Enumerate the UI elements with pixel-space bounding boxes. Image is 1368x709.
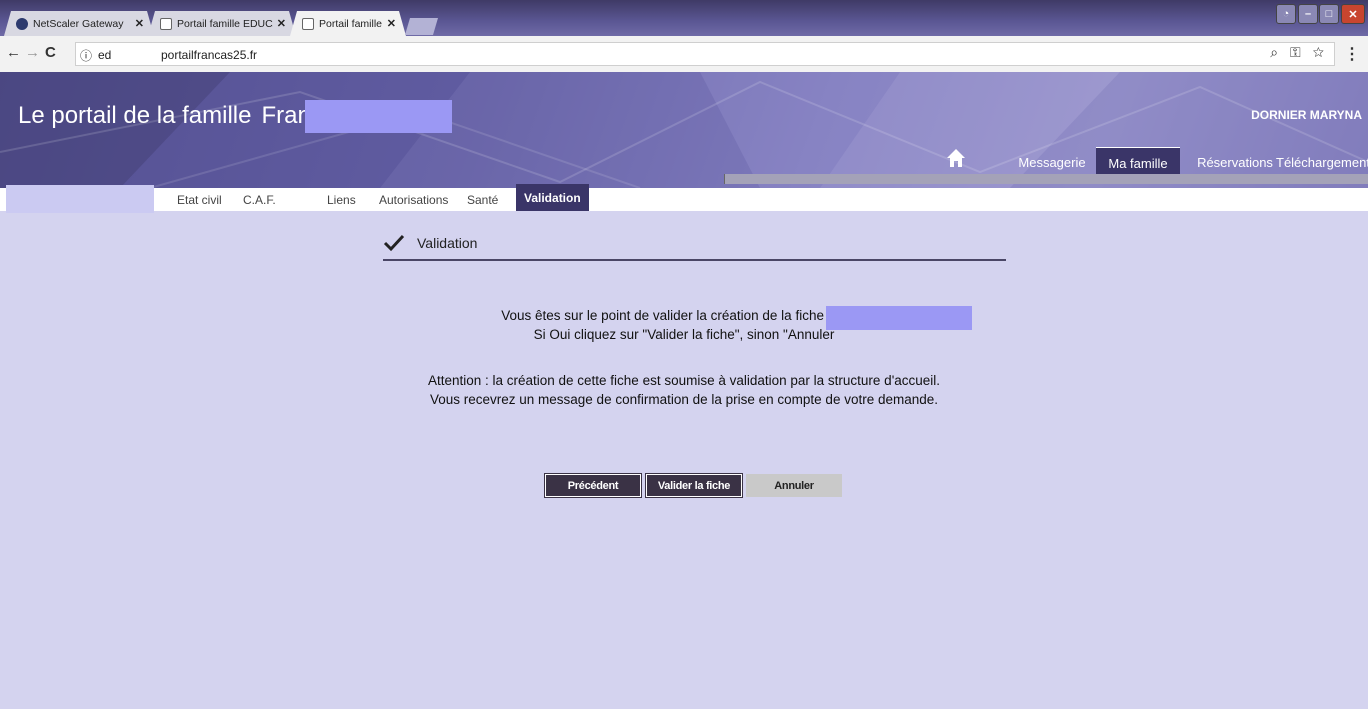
tab-validation[interactable]: Validation	[516, 184, 589, 211]
tab-liens[interactable]: Liens	[327, 188, 356, 211]
user-name[interactable]: DORNIER MARYNA	[1251, 108, 1362, 122]
info-icon[interactable]: ⓘ	[80, 47, 92, 64]
nav-telechargements[interactable]: Téléchargements	[1276, 147, 1368, 177]
address-subdomain: ed	[98, 48, 112, 62]
site-title-text: Le portail de la famille	[18, 102, 252, 129]
cancel-button[interactable]: Annuler	[746, 474, 842, 497]
section-title: Validation	[417, 235, 478, 251]
check-icon	[383, 234, 405, 252]
message-line-1: Vous êtes sur le point de valider la cré…	[501, 308, 867, 323]
redacted-family-name	[6, 185, 154, 213]
address-bar[interactable]: ⓘ ed portailfrancas25.fr	[75, 42, 1335, 66]
new-tab-button[interactable]	[405, 18, 438, 35]
browser-tab-strip: NetScaler Gateway ✕ Portail famille EDUC…	[0, 0, 1368, 36]
tab-title: Portail famille EDUCATIO	[319, 17, 383, 30]
site-header: Le portail de la familleFrancas - DORNIE…	[0, 72, 1368, 188]
page-favicon-icon	[160, 18, 172, 30]
forward-arrow-icon[interactable]: →	[25, 44, 40, 61]
home-icon[interactable]	[946, 147, 966, 169]
section-header: Validation	[383, 232, 1006, 261]
family-subnav: Etat civil C.A.F. Liens Autorisations Sa…	[0, 184, 1368, 213]
tab-sante[interactable]: Santé	[467, 188, 498, 211]
browser-tab[interactable]: Portail famille EDUCATIO ✕	[148, 11, 296, 36]
browser-tab[interactable]: NetScaler Gateway ✕	[4, 11, 154, 36]
tab-etat-civil[interactable]: Etat civil	[177, 188, 222, 211]
tab-caf[interactable]: C.A.F.	[243, 188, 276, 211]
netscaler-favicon-icon	[16, 18, 28, 30]
zoom-key-star-icons[interactable]: ⌕ ⚿ ☆	[1270, 44, 1328, 61]
browser-toolbar: ← → C ⓘ ed portailfrancas25.fr ⌕ ⚿ ☆ ⋮	[0, 36, 1368, 73]
validate-button[interactable]: Valider la fiche	[646, 474, 742, 497]
tab-autorisations[interactable]: Autorisations	[379, 188, 448, 211]
minimize-window-button[interactable]: –	[1298, 4, 1318, 24]
nav-messagerie[interactable]: Messagerie	[1012, 147, 1092, 177]
address-url: portailfrancas25.fr	[161, 48, 258, 62]
redacted-structure-name	[305, 100, 452, 133]
close-tab-icon[interactable]: ✕	[387, 17, 396, 30]
close-tab-icon[interactable]: ✕	[135, 17, 144, 30]
tab-title: NetScaler Gateway	[33, 17, 124, 30]
warning-line-2: Vous recevrez un message de confirmation…	[429, 392, 939, 407]
message-line-2: Si Oui cliquez sur "Valider la fiche", s…	[533, 327, 835, 342]
back-arrow-icon[interactable]: ←	[6, 44, 21, 61]
tab-title: Portail famille EDUCATIO	[177, 17, 273, 30]
browser-tab-active[interactable]: Portail famille EDUCATIO ✕	[290, 11, 406, 36]
warning-line-1: Attention : la création de cette fiche e…	[427, 373, 941, 388]
maximize-window-button[interactable]: □	[1319, 4, 1339, 24]
nav-reservations[interactable]: Réservations	[1196, 147, 1274, 177]
browser-menu-icon[interactable]: ⋮	[1344, 44, 1360, 64]
page-favicon-icon	[302, 18, 314, 30]
previous-button[interactable]: Précédent	[545, 474, 641, 497]
user-profile-button[interactable]: ◔	[1276, 4, 1296, 24]
close-window-button[interactable]: ✕	[1341, 4, 1365, 24]
reload-icon[interactable]: C	[45, 44, 56, 61]
close-tab-icon[interactable]: ✕	[277, 17, 286, 30]
horizontal-scrollbar[interactable]	[724, 174, 1368, 184]
